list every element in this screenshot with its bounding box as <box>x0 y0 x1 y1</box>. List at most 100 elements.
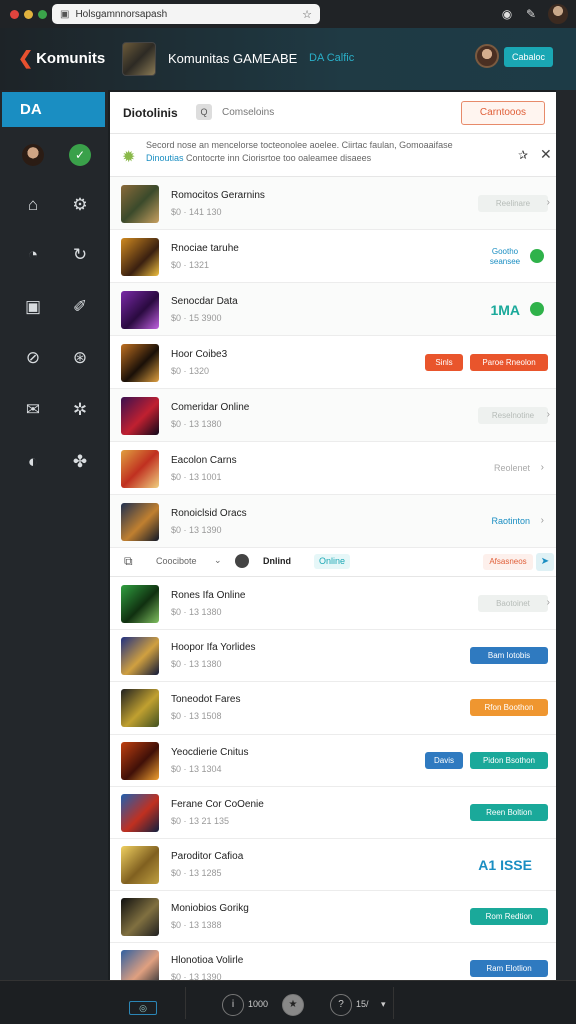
game-thumbnail[interactable] <box>121 741 159 780</box>
help-icon[interactable]: ? <box>330 994 352 1016</box>
action-button[interactable]: Rom Redtion <box>470 908 548 926</box>
pin-icon[interactable]: ✰ <box>518 148 528 162</box>
game-thumbnail[interactable] <box>121 689 159 728</box>
sync-icon[interactable]: ◐ <box>22 451 44 473</box>
action-link[interactable]: Raotinton <box>491 516 530 526</box>
chevron-down-icon[interactable]: ▾ <box>381 999 386 1010</box>
game-thumbnail[interactable] <box>121 396 159 435</box>
document-icon[interactable]: ▣ <box>22 296 44 318</box>
action-button[interactable]: Paroe Rneolon <box>470 353 548 371</box>
action-button[interactable]: Ram Elotlion <box>470 960 548 978</box>
game-thumbnail[interactable] <box>121 950 159 980</box>
extension-icon[interactable]: ◉ <box>500 7 514 21</box>
game-name[interactable]: Hlonotioa Volirle <box>171 955 243 966</box>
primary-action-button[interactable]: Carntooos <box>461 101 545 125</box>
list-item[interactable]: Romocitos Gerarnins $0 · 141 130 Reelinare… <box>110 177 556 230</box>
game-name[interactable]: Toneodot Fares <box>171 694 241 705</box>
action-button[interactable]: Bam Iotobis <box>470 647 548 665</box>
maximize-window-dot[interactable] <box>38 9 47 19</box>
action-button[interactable]: Davis <box>425 751 463 769</box>
close-window-dot[interactable] <box>10 9 19 19</box>
filter-icon[interactable]: ⧉ <box>124 554 133 569</box>
user-avatar[interactable] <box>475 44 499 68</box>
status-badge-online[interactable]: Online <box>314 554 351 569</box>
sidebar-check-icon[interactable]: ✓ <box>69 144 91 166</box>
minimize-window-dot[interactable] <box>24 9 33 19</box>
refresh-icon[interactable]: ↻ <box>69 244 91 266</box>
close-icon[interactable]: ✕ <box>540 146 552 163</box>
game-thumbnail[interactable] <box>121 585 159 624</box>
settings-icon[interactable]: ⚙ <box>69 194 91 216</box>
chevron-right-icon[interactable]: › <box>541 462 544 473</box>
action-button[interactable]: Sinls <box>425 353 463 371</box>
game-thumbnail[interactable] <box>121 898 159 937</box>
chat-bubble-icon[interactable] <box>530 301 544 316</box>
game-thumbnail[interactable] <box>121 184 159 223</box>
chevron-right-icon[interactable]: › <box>547 197 550 208</box>
list-item[interactable]: Toneodot Fares $0 · 13 1508 Rfon Boothon <box>110 682 556 735</box>
sidebar-avatar[interactable] <box>22 144 44 166</box>
send-icon[interactable]: ➤ <box>536 553 554 571</box>
list-item[interactable]: Hoor Coibe3 $0 · 1320 Paroe Rneolon Sinls <box>110 336 556 389</box>
action-button[interactable]: Reelinare <box>478 194 548 212</box>
header-button[interactable]: Cabaloc <box>504 47 553 67</box>
search-chip-icon[interactable]: Q <box>196 104 212 120</box>
game-thumbnail[interactable] <box>121 237 159 276</box>
game-name[interactable]: Comeridar Online <box>171 402 249 413</box>
list-item[interactable]: Moniobios Gorikg $0 · 13 1388 Rom Redtion <box>110 891 556 944</box>
chevron-down-icon[interactable]: ⌄ <box>214 555 222 566</box>
action-link[interactable]: Gootho seansee <box>482 247 528 267</box>
chevron-right-icon[interactable]: › <box>541 515 544 526</box>
list-item[interactable]: Ronoiclsid Oracs $0 · 13 1390 › Raotinton <box>110 495 556 548</box>
game-thumbnail[interactable] <box>121 637 159 676</box>
action-button[interactable]: Baotoinet <box>478 595 548 613</box>
chat-bubble-icon[interactable] <box>530 248 544 263</box>
status-toggle-icon[interactable] <box>235 554 249 568</box>
game-name[interactable]: Hoor Coibe3 <box>171 349 227 360</box>
list-item[interactable]: Hlonotioa Volirle $0 · 13 1390 Ram Elotlio… <box>110 943 556 980</box>
game-name[interactable]: Hoopor Ifa Yorlides <box>171 642 256 653</box>
game-name[interactable]: Senocdar Data <box>171 296 238 307</box>
tab-connections[interactable]: Comseloins <box>222 107 274 118</box>
filter-button[interactable]: Afsasneos <box>483 554 533 570</box>
gamepad-icon[interactable]: ⊛ <box>69 347 91 369</box>
chevron-right-icon[interactable]: › <box>547 597 550 608</box>
action-link[interactable]: Reolenet <box>494 463 530 473</box>
puzzle-icon[interactable]: ✤ <box>69 451 91 473</box>
list-item[interactable]: Rones Ifa Online $0 · 13 1380 Baotoinet › <box>110 578 556 631</box>
info-icon[interactable]: ⅰ <box>222 994 244 1016</box>
filter-label[interactable]: Coocibote <box>156 556 197 566</box>
action-button[interactable]: Reen Boltion <box>470 803 548 821</box>
action-button[interactable]: Pidon Bsothon <box>470 751 548 769</box>
game-name[interactable]: Rones Ifa Online <box>171 590 246 601</box>
list-item[interactable]: Senocdar Data $0 · 15 3900 1MA <box>110 283 556 336</box>
list-item[interactable]: Paroditor Cafioa $0 · 13 1285 A1 ISSE <box>110 839 556 892</box>
profile-avatar[interactable] <box>548 4 568 24</box>
game-name[interactable]: Paroditor Cafioa <box>171 851 243 862</box>
game-name[interactable]: Romocitos Gerarnins <box>171 190 265 201</box>
view-toggle-icon[interactable]: ◎ <box>129 1001 157 1015</box>
game-name[interactable]: Yeocdierie Cnitus <box>171 747 248 758</box>
action-button[interactable]: Reselnotine <box>478 406 548 424</box>
list-item[interactable]: Ferane Cor CoOenie $0 · 13 21 135 Reen Bol… <box>110 787 556 839</box>
header-subtitle[interactable]: DA Calfic <box>309 52 354 64</box>
list-item[interactable]: Comeridar Online $0 · 13 1380 Reselnotine › <box>110 389 556 442</box>
notice-link[interactable]: Dinoutias <box>146 153 184 163</box>
game-name[interactable]: Moniobios Gorikg <box>171 903 249 914</box>
game-name[interactable]: Ferane Cor CoOenie <box>171 799 264 810</box>
chevron-right-icon[interactable]: › <box>547 409 550 420</box>
game-name[interactable]: Eacolon Carns <box>171 455 237 466</box>
brand-logo[interactable]: ❮ Komunits <box>18 48 105 69</box>
home-icon[interactable]: ⌂ <box>22 194 44 216</box>
action-button[interactable]: Rfon Boothon <box>470 699 548 717</box>
game-name[interactable]: Rnociae taruhe <box>171 243 239 254</box>
game-thumbnail[interactable] <box>121 793 159 832</box>
game-thumbnail[interactable] <box>121 449 159 488</box>
game-name[interactable]: Ronoiclsid Oracs <box>171 508 247 519</box>
clock-icon[interactable]: ◔ <box>22 244 44 266</box>
tag-icon[interactable]: ✐ <box>69 296 91 318</box>
game-thumbnail[interactable] <box>121 846 159 885</box>
sidebar-item-active[interactable]: DA <box>2 92 105 127</box>
network-icon[interactable]: ✲ <box>69 399 91 421</box>
game-thumbnail[interactable] <box>121 502 159 541</box>
